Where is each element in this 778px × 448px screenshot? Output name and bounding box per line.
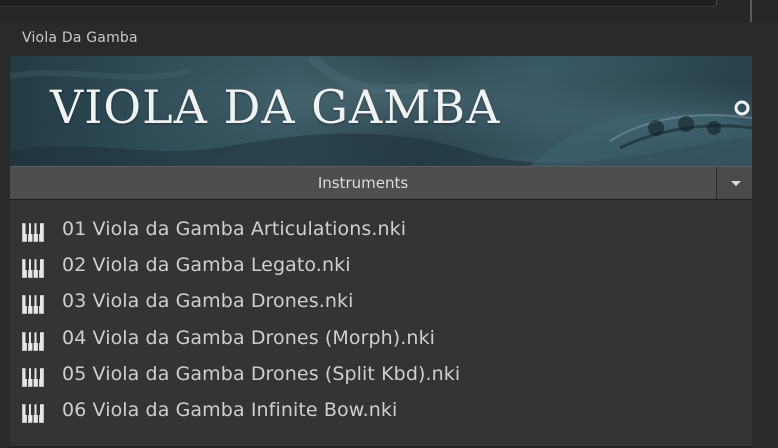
instrument-item[interactable]: 01 Viola da Gamba Articulations.nki	[10, 200, 752, 242]
side-panel-edge	[752, 56, 778, 448]
banner-title: VIOLA DA GAMBA	[50, 80, 501, 134]
keyboard-icon	[22, 404, 44, 423]
instrument-item[interactable]: 02 Viola da Gamba Legato.nki	[10, 236, 752, 279]
dropdown-button[interactable]	[716, 167, 752, 199]
chevron-down-icon	[731, 181, 741, 186]
top-strip	[0, 0, 778, 22]
instrument-item[interactable]: 03 Viola da Gamba Drones.nki	[10, 272, 752, 315]
instrument-list: 01 Viola da Gamba Articulations.nki 02 Vi…	[10, 200, 752, 447]
dropdown-label: Instruments	[317, 174, 409, 192]
divider	[716, 0, 717, 6]
instrument-item[interactable]: 05 Viola da Gamba Drones (Split Kbd).nki	[10, 345, 752, 387]
divider	[750, 0, 752, 22]
instrument-item[interactable]: 06 Viola da Gamba Infinite Bow.nki	[10, 381, 752, 423]
instruments-dropdown[interactable]: Instruments	[10, 166, 752, 200]
instrument-item[interactable]: 04 Viola da Gamba Drones (Morph).nki	[10, 309, 752, 351]
library-banner[interactable]: VIOLA DA GAMBA	[10, 56, 752, 166]
library-title: Viola Da Gamba	[22, 30, 138, 46]
instrument-name: 06 Viola da Gamba Infinite Bow.nki	[62, 399, 398, 421]
top-field[interactable]	[0, 0, 716, 7]
instrument-browser-panel: Viola Da Gamba VIOLA DA GAMBA Instrument…	[0, 0, 778, 448]
